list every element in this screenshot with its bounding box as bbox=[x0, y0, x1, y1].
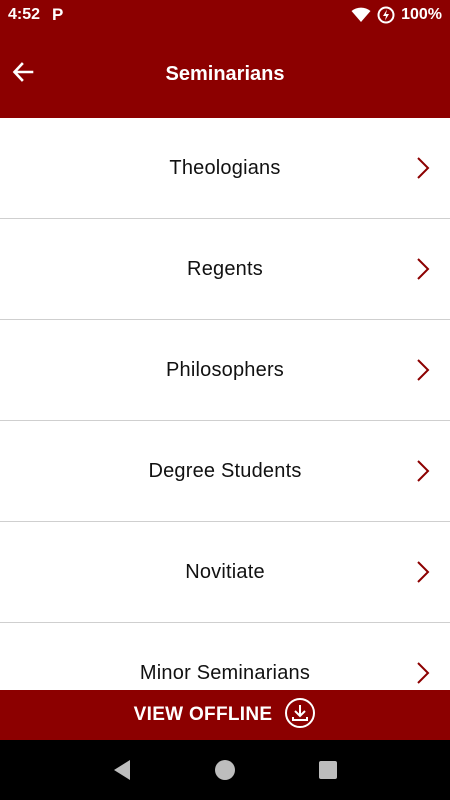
chevron-right-icon bbox=[416, 156, 430, 180]
list-item-philosophers[interactable]: Philosophers bbox=[0, 320, 450, 421]
back-button[interactable] bbox=[8, 59, 38, 89]
list-item-label: Minor Seminarians bbox=[139, 661, 311, 684]
nav-back-icon[interactable] bbox=[102, 750, 142, 790]
page-title: Seminarians bbox=[165, 62, 285, 85]
list-item-label: Degree Students bbox=[148, 459, 302, 482]
wifi-icon bbox=[351, 7, 371, 23]
download-icon bbox=[284, 697, 316, 734]
list-item-label: Novitiate bbox=[185, 560, 265, 583]
list-item-label: Theologians bbox=[169, 156, 281, 179]
chevron-right-icon bbox=[416, 459, 430, 483]
view-offline-button[interactable]: VIEW OFFLINE bbox=[0, 690, 450, 740]
list-item-novitiate[interactable]: Novitiate bbox=[0, 522, 450, 623]
list-item-label: Regents bbox=[187, 257, 263, 280]
system-nav-bar bbox=[0, 740, 450, 800]
nav-recents-icon[interactable] bbox=[308, 750, 348, 790]
view-offline-label: VIEW OFFLINE bbox=[133, 704, 273, 725]
chevron-right-icon bbox=[416, 358, 430, 382]
status-left: 4:52 P bbox=[8, 5, 63, 25]
chevron-right-icon bbox=[416, 661, 430, 685]
category-list[interactable]: Theologians Regents Philosophers Degree … bbox=[0, 118, 450, 690]
list-item-label: Philosophers bbox=[165, 358, 285, 381]
list-item-regents[interactable]: Regents bbox=[0, 219, 450, 320]
list-item-theologians[interactable]: Theologians bbox=[0, 118, 450, 219]
chevron-right-icon bbox=[416, 560, 430, 584]
status-right: 100% bbox=[351, 6, 442, 24]
list-item-degree-students[interactable]: Degree Students bbox=[0, 421, 450, 522]
nav-home-icon[interactable] bbox=[205, 750, 245, 790]
app-bar: Seminarians bbox=[0, 30, 450, 118]
data-saver-icon bbox=[377, 6, 395, 24]
battery-text: 100% bbox=[401, 6, 442, 23]
chevron-right-icon bbox=[416, 257, 430, 281]
list-item-minor-seminarians[interactable]: Minor Seminarians bbox=[0, 623, 450, 690]
app-indicator: P bbox=[52, 5, 64, 24]
arrow-left-icon bbox=[11, 60, 35, 89]
status-bar: 4:52 P 100% bbox=[0, 0, 450, 30]
status-time: 4:52 bbox=[8, 6, 41, 23]
